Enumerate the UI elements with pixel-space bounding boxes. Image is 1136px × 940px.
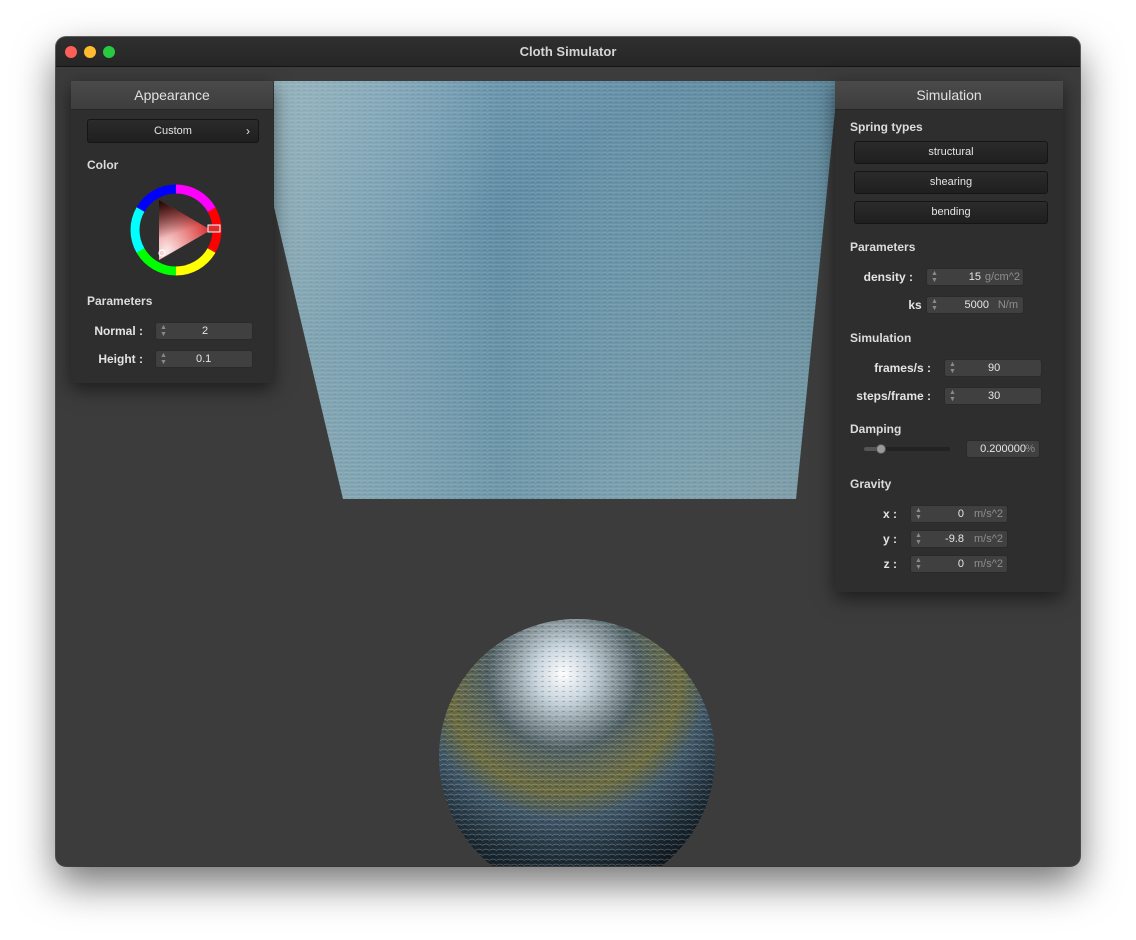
window-title: Cloth Simulator (519, 44, 617, 59)
density-label: density : (863, 270, 913, 284)
color-section-label: Color (87, 158, 119, 172)
up-down-spinner-icon[interactable]: ▲ ▼ (949, 361, 956, 375)
density-input[interactable]: ▲ ▼ 15 g/cm^2 (926, 268, 1024, 286)
ks-label: ks : (908, 298, 929, 312)
height-value: 0.1 (196, 353, 212, 365)
appearance-parameters-label: Parameters (87, 294, 153, 308)
app-window: Cloth Simulator Appearance Custom › Colo… (56, 37, 1080, 866)
gravity-x-label: x : (882, 507, 897, 521)
density-value: 15 (968, 271, 981, 283)
gravity-x-value: 0 (957, 508, 964, 520)
structural-label: structural (928, 146, 974, 158)
gravity-y-value: -9.8 (945, 533, 964, 545)
bending-label: bending (931, 206, 971, 218)
spring-types-label: Spring types (850, 120, 923, 134)
up-down-spinner-icon[interactable]: ▲ ▼ (160, 324, 167, 338)
damping-slider[interactable] (864, 444, 950, 454)
shader-dropdown[interactable]: Custom › (87, 119, 259, 143)
appearance-panel: Appearance Custom › Color Parameters Nor… (71, 81, 273, 383)
damping-slider-knob[interactable] (876, 444, 887, 454)
frames-per-second-value: 90 (988, 362, 1001, 374)
frames-per-second-input[interactable]: ▲ ▼ 90 (944, 359, 1042, 377)
gravity-x-input[interactable]: ▲ ▼ 0 m/s^2 (910, 505, 1008, 523)
height-input[interactable]: ▲ ▼ 0.1 (155, 350, 253, 368)
up-down-spinner-icon[interactable]: ▲ ▼ (915, 532, 922, 546)
structural-toggle-button[interactable]: structural (854, 141, 1048, 164)
simulation-parameters-label: Parameters (850, 240, 916, 254)
appearance-header: Appearance (71, 81, 273, 110)
shader-dropdown-label: Custom (154, 125, 192, 137)
gravity-z-unit: m/s^2 (974, 558, 1003, 570)
ks-value: 5000 (964, 299, 989, 311)
color-wheel[interactable] (129, 183, 223, 277)
normal-input[interactable]: ▲ ▼ 2 (155, 322, 253, 340)
up-down-spinner-icon[interactable]: ▲ ▼ (915, 557, 922, 571)
gravity-z-label: z : (883, 557, 897, 571)
bending-toggle-button[interactable]: bending (854, 201, 1048, 224)
shearing-label: shearing (929, 176, 973, 188)
up-down-spinner-icon[interactable]: ▲ ▼ (160, 352, 167, 366)
shearing-toggle-button[interactable]: shearing (854, 171, 1048, 194)
ks-input[interactable]: ▲ ▼ 5000 N/m (926, 296, 1024, 314)
sphere-object (439, 619, 715, 866)
up-down-spinner-icon[interactable]: ▲ ▼ (949, 389, 956, 403)
damping-input[interactable]: 0.200000 % (966, 440, 1040, 458)
steps-per-frame-label: steps/frame : (856, 389, 931, 403)
up-down-spinner-icon[interactable]: ▲ ▼ (915, 507, 922, 521)
normal-value: 2 (202, 325, 209, 337)
simulation-panel: Simulation Spring types structural shear… (835, 81, 1063, 592)
ks-unit: N/m (997, 299, 1018, 311)
up-down-spinner-icon[interactable]: ▲ ▼ (931, 298, 938, 312)
normal-label: Normal : (94, 324, 143, 338)
render-viewport[interactable]: Appearance Custom › Color Parameters Nor… (56, 67, 1080, 866)
simulation-section-label: Simulation (850, 331, 912, 345)
steps-per-frame-value: 30 (988, 390, 1001, 402)
chevron-right-icon: › (246, 124, 250, 138)
steps-per-frame-input[interactable]: ▲ ▼ 30 (944, 387, 1042, 405)
height-label: Height : (98, 352, 143, 366)
title-bar: Cloth Simulator (56, 37, 1080, 67)
gravity-x-unit: m/s^2 (974, 508, 1003, 520)
up-down-spinner-icon[interactable]: ▲ ▼ (931, 270, 938, 284)
gravity-z-input[interactable]: ▲ ▼ 0 m/s^2 (910, 555, 1008, 573)
damping-value: 0.200000 (980, 443, 1026, 455)
simulation-header: Simulation (835, 81, 1063, 110)
damping-label: Damping (850, 422, 902, 436)
gravity-z-value: 0 (957, 558, 964, 570)
density-unit: g/cm^2 (984, 271, 1020, 283)
damping-unit: % (1025, 443, 1035, 455)
gravity-label: Gravity (850, 477, 892, 491)
gravity-y-unit: m/s^2 (974, 533, 1003, 545)
gravity-y-input[interactable]: ▲ ▼ -9.8 m/s^2 (910, 530, 1008, 548)
frames-per-second-label: frames/s : (874, 361, 931, 375)
gravity-y-label: y : (882, 532, 897, 546)
